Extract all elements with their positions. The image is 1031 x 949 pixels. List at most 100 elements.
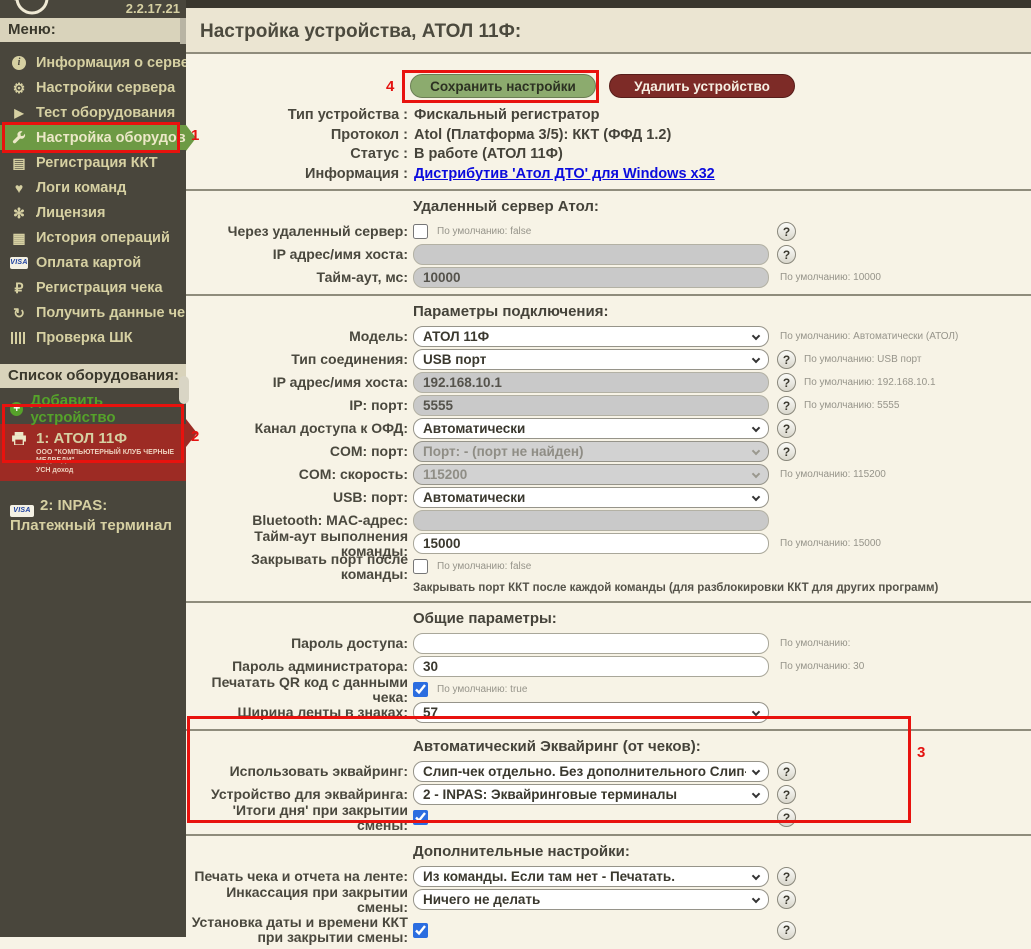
help-button[interactable]: ? <box>777 762 796 781</box>
separator <box>186 834 1031 836</box>
sidebar-top: 2.2.17.21 <box>0 0 186 18</box>
set-datetime-checkbox[interactable] <box>413 923 428 938</box>
app-version: 2.2.17.21 <box>126 1 180 16</box>
remote-timeout-input[interactable] <box>413 267 769 288</box>
close-port-checkbox[interactable] <box>413 559 428 574</box>
barcode-icon <box>10 332 28 344</box>
tape-width-select[interactable]: 57 <box>413 702 769 723</box>
section-additional-header: Дополнительные настройки: <box>413 842 1031 862</box>
sidebar-item-get-receipt-data[interactable]: ↻ Получить данные чека <box>0 300 186 325</box>
chevron-down-icon <box>752 332 760 340</box>
device-item-inpas[interactable]: VISA2: INPAS: Платежный терминал <box>0 497 186 535</box>
remote-server-checkbox[interactable] <box>413 224 428 239</box>
help-button[interactable]: ? <box>777 785 796 804</box>
separator <box>186 601 1031 603</box>
ip-port-input[interactable] <box>413 395 769 416</box>
sidebar-item-server-info[interactable]: i Информация о сервере <box>0 50 186 75</box>
ip-host-input[interactable] <box>413 372 769 393</box>
device-owner-line2: УСН доход <box>36 467 178 475</box>
ruble-icon: ₽ <box>10 281 28 295</box>
bluetooth-mac-input[interactable] <box>413 510 769 531</box>
acquiring-device-select[interactable]: 2 - INPAS: Эквайринговые терминалы <box>413 784 769 805</box>
chevron-down-icon <box>752 355 760 363</box>
top-strip <box>186 0 1031 8</box>
visa-icon: VISA <box>10 257 28 269</box>
help-button[interactable]: ? <box>777 396 796 415</box>
print-receipt-report-select[interactable]: Из команды. Если там нет - Печатать. <box>413 866 769 887</box>
access-password-input[interactable] <box>413 633 769 654</box>
close-port-note: Закрывать порт ККТ после каждой команды … <box>413 578 1031 596</box>
help-button[interactable]: ? <box>777 222 796 241</box>
admin-password-input[interactable] <box>413 656 769 677</box>
status-value: В работе (АТОЛ 11Ф) <box>414 145 563 165</box>
chevron-down-icon <box>752 447 760 455</box>
gears-icon: ⚙ <box>10 81 28 95</box>
calendar-icon: ▦ <box>10 231 28 245</box>
device-item-atol-11f[interactable]: 1: АТОЛ 11Ф ООО "КОМПЬЮТЕРНЫЙ КЛУБ ЧЕРНЫ… <box>0 424 186 481</box>
refresh-icon: ↻ <box>10 306 28 320</box>
usb-port-select[interactable]: Автоматически <box>413 487 769 508</box>
separator <box>186 729 1031 731</box>
action-buttons: Сохранить настройки Удалить устройство <box>410 74 1031 98</box>
delete-device-button[interactable]: Удалить устройство <box>609 74 795 98</box>
device-owner-line1: ООО "КОМПЬЮТЕРНЫЙ КЛУБ ЧЕРНЫЕ МЕДВЕДИ" <box>36 449 178 465</box>
section-acquiring-header: Автоматический Эквайринг (от чеков): <box>413 737 1031 757</box>
info-icon: i <box>10 56 28 70</box>
separator <box>186 294 1031 296</box>
help-button[interactable]: ? <box>777 373 796 392</box>
help-button[interactable]: ? <box>777 350 796 369</box>
collection-on-shift-close-select[interactable]: Ничего не делать <box>413 889 769 910</box>
sidebar-item-barcode-check[interactable]: Проверка ШК <box>0 325 186 350</box>
heartbeat-icon: ♥ <box>10 181 28 195</box>
sidebar-item-receipt-registration[interactable]: ₽ Регистрация чека <box>0 275 186 300</box>
menu-header: Меню: <box>0 18 186 42</box>
protocol-value: Atol (Платформа 3/5): ККТ (ФФД 1.2) <box>414 126 671 146</box>
separator <box>186 189 1031 191</box>
sidebar-item-kkt-registration[interactable]: ▤ Регистрация ККТ <box>0 150 186 175</box>
device-type-value: Фискальный регистратор <box>414 106 599 126</box>
section-connection-header: Параметры подключения: <box>413 302 1031 322</box>
ofd-channel-select[interactable]: Автоматически <box>413 418 769 439</box>
title-band: Настройка устройства, АТОЛ 11Ф: <box>186 8 1031 54</box>
add-device-button[interactable]: + Добавить устройство <box>0 398 186 420</box>
chevron-down-icon <box>752 424 760 432</box>
app-logo-icon <box>8 0 52 18</box>
license-icon: ✻ <box>10 206 28 220</box>
sidebar-item-license[interactable]: ✻ Лицензия <box>0 200 186 225</box>
remote-ip-host-input[interactable] <box>413 244 769 265</box>
play-icon: ▶ <box>10 107 28 119</box>
plus-icon: + <box>10 402 23 416</box>
help-button[interactable]: ? <box>777 245 796 264</box>
use-acquiring-select[interactable]: Слип-чек отдельно. Без дополнительного С… <box>413 761 769 782</box>
sidebar-item-card-payment[interactable]: VISA Оплата картой <box>0 250 186 275</box>
sidebar-item-operation-history[interactable]: ▦ История операций <box>0 225 186 250</box>
main-content: Настройка устройства, АТОЛ 11Ф: Сохранит… <box>186 0 1031 937</box>
menu: i Информация о сервере ⚙ Настройки серве… <box>0 50 186 350</box>
save-settings-button[interactable]: Сохранить настройки <box>410 74 596 98</box>
distributive-link[interactable]: Дистрибутив 'Атол ДТО' для Windows x32 <box>414 165 715 185</box>
day-totals-checkbox[interactable] <box>413 810 428 825</box>
help-button[interactable]: ? <box>777 890 796 909</box>
connection-type-select[interactable]: USB порт <box>413 349 769 370</box>
help-button[interactable]: ? <box>777 442 796 461</box>
com-speed-select[interactable]: 115200 <box>413 464 769 485</box>
title-tab <box>180 18 186 44</box>
sidebar: 2.2.17.21 Меню: i Информация о сервере ⚙… <box>0 0 186 937</box>
model-select[interactable]: АТОЛ 11Ф <box>413 326 769 347</box>
sidebar-item-command-logs[interactable]: ♥ Логи команд <box>0 175 186 200</box>
com-port-select[interactable]: Порт: - (порт не найден) <box>413 441 769 462</box>
printer-icon <box>10 432 28 445</box>
sidebar-item-equipment-test[interactable]: ▶ Тест оборудования <box>0 100 186 125</box>
document-icon: ▤ <box>10 156 28 170</box>
print-qr-checkbox[interactable] <box>413 682 428 697</box>
chevron-down-icon <box>752 767 760 775</box>
chevron-down-icon <box>752 708 760 716</box>
chevron-down-icon <box>752 895 760 903</box>
equipment-list-header: Список оборудования: <box>0 364 186 388</box>
command-timeout-input[interactable] <box>413 533 769 554</box>
help-button[interactable]: ? <box>777 808 796 827</box>
help-button[interactable]: ? <box>777 419 796 438</box>
help-button[interactable]: ? <box>777 867 796 886</box>
sidebar-item-server-settings[interactable]: ⚙ Настройки сервера <box>0 75 186 100</box>
sidebar-item-equipment-settings[interactable]: Настройка оборудования <box>0 125 186 150</box>
